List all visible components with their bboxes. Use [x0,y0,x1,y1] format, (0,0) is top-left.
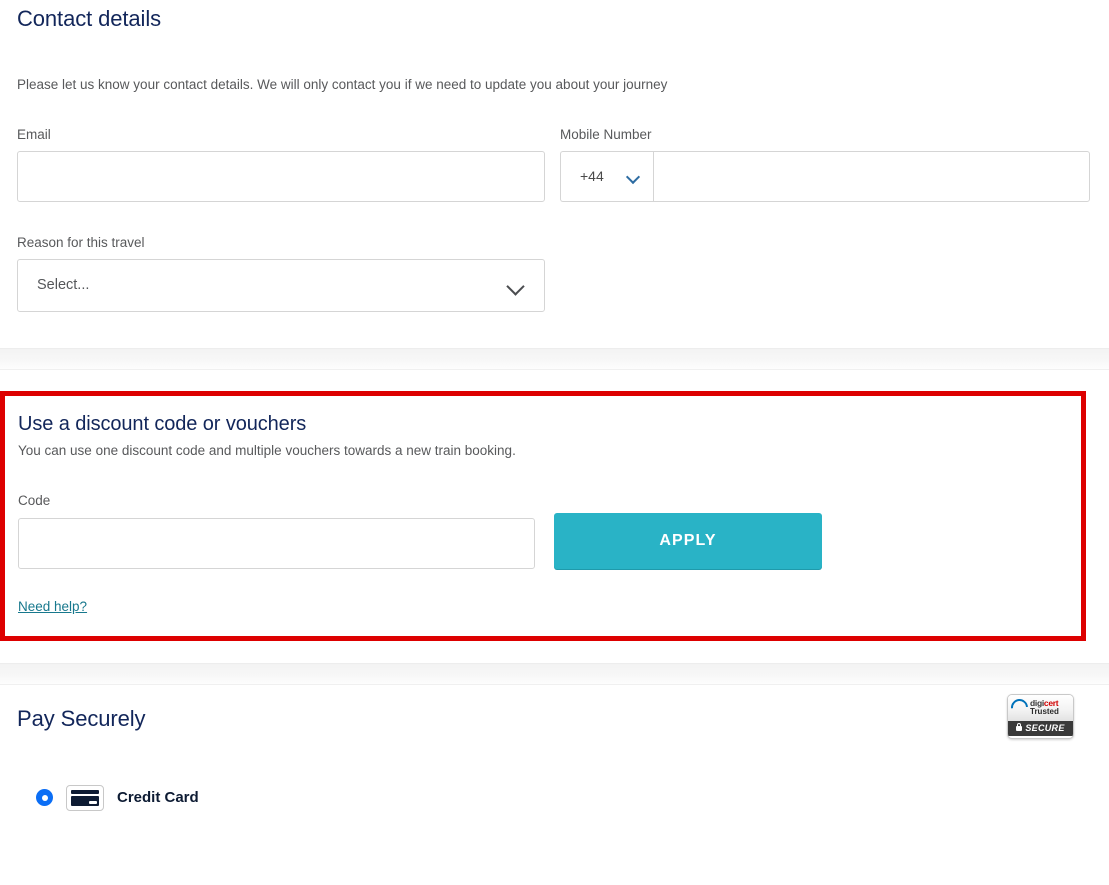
digicert-brand-second: cert [1043,697,1059,708]
reason-row: Reason for this travel Select... [17,202,1092,312]
reason-for-travel-label: Reason for this travel [17,234,145,250]
payment-method-credit-card[interactable]: Credit Card [17,739,1092,811]
discount-section: Use a discount code or vouchers You can … [0,390,1086,641]
digicert-brand-first: digi [1030,697,1044,708]
digicert-logo-icon [1008,695,1032,720]
country-code-select[interactable]: +44 [560,150,653,202]
email-field-group: Email [17,127,545,202]
reason-field-group: Reason for this travel Select... [17,235,545,312]
apply-button[interactable]: APPLY [554,512,822,569]
digicert-secure-label: SECURE [1025,723,1065,734]
mobile-number-label: Mobile Number [560,126,652,142]
contact-details-section: Contact details Please let us know your … [0,0,1109,348]
section-divider [0,347,1109,370]
chevron-down-icon [507,280,525,291]
pay-securely-section: Pay Securely digicert Trusted SECURE Cre… [0,684,1109,836]
email-input[interactable] [17,150,545,202]
credit-card-icon [66,784,104,811]
discount-code-row: Code APPLY [18,493,1064,569]
checkout-page: Contact details Please let us know your … [0,0,1109,836]
lock-icon [1016,722,1023,731]
page-title: Contact details [17,6,162,31]
code-field-group: Code [18,493,535,569]
country-code-value: +44 [580,168,604,185]
mobile-number-composite: +44 [560,150,1090,202]
chevron-down-icon [627,172,640,180]
email-label: Email [17,126,51,142]
mobile-field-group: Mobile Number +44 [560,127,1090,202]
radio-selected-icon[interactable] [36,789,53,807]
payment-method-next-partial[interactable] [17,811,1092,836]
contact-details-description: Please let us know your contact details.… [17,77,668,92]
payment-method-label: Credit Card [117,789,199,807]
pay-securely-header: Pay Securely digicert Trusted SECURE [17,685,1092,739]
digicert-trust-badge: digicert Trusted SECURE [1007,693,1074,739]
pay-securely-title: Pay Securely [17,705,146,731]
digicert-trusted-label: Trusted [1030,707,1059,717]
discount-code-input[interactable] [18,517,535,569]
mobile-number-input[interactable] [653,150,1090,202]
discount-description: You can use one discount code and multip… [18,442,516,458]
section-divider [0,662,1109,685]
digicert-badge-text: digicert Trusted [1030,699,1059,717]
code-label: Code [18,493,51,509]
digicert-badge-bottom: SECURE [1008,720,1073,736]
contact-fields-row: Email Mobile Number +44 [17,94,1092,202]
need-help-link[interactable]: Need help? [18,599,87,614]
reason-for-travel-value: Select... [37,277,90,294]
discount-section-wrapper: Use a discount code or vouchers You can … [0,369,1109,663]
discount-title: Use a discount code or vouchers [18,412,307,435]
reason-for-travel-select[interactable]: Select... [17,258,545,312]
digicert-badge-top: digicert Trusted [1008,694,1073,721]
